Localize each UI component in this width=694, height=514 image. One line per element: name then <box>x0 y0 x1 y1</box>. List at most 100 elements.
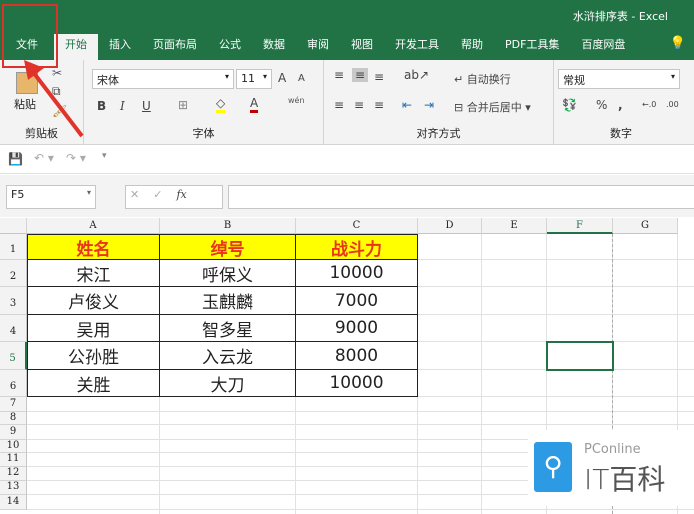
orientation-icon[interactable]: ab↗ <box>404 68 429 82</box>
currency-icon[interactable]: 💱 <box>562 98 577 112</box>
selected-cell-F5[interactable] <box>546 341 614 371</box>
row-header-6[interactable]: 6 <box>0 370 27 397</box>
quick-access-toolbar: 💾 ↶ ▾ ↷ ▾ ▾ <box>0 146 694 174</box>
column-header-A[interactable]: A <box>27 218 160 234</box>
header-cell[interactable]: 姓名 <box>27 234 160 260</box>
bold-button[interactable]: B <box>97 99 106 113</box>
header-cell[interactable]: 绰号 <box>160 234 296 260</box>
table-cell[interactable]: 7000 <box>296 287 418 315</box>
row-header-1[interactable]: 1 <box>0 234 27 260</box>
table-cell[interactable]: 大刀 <box>160 370 296 397</box>
align-left-icon[interactable]: ≡ <box>334 98 344 112</box>
merge-center-button[interactable]: ⊟ 合并后居中 ▾ <box>454 99 531 115</box>
save-icon[interactable]: 💾 <box>8 152 23 166</box>
column-header-G[interactable]: G <box>613 218 678 234</box>
redo-icon[interactable]: ↷ ▾ <box>66 151 86 165</box>
phonetic-button[interactable]: wén <box>288 96 305 105</box>
merge-label: 合并后居中 <box>466 101 522 114</box>
chevron-down-icon: ▾ <box>224 72 229 81</box>
table-cell[interactable]: 宋江 <box>27 260 160 287</box>
column-header-C[interactable]: C <box>296 218 418 234</box>
column-header-D[interactable]: D <box>418 218 482 234</box>
font-name-select[interactable]: 宋体 ▾ <box>92 69 234 89</box>
row-header-5[interactable]: 5 <box>0 342 27 370</box>
borders-icon[interactable]: ⊞ <box>178 98 188 112</box>
number-format-select[interactable]: 常规 ▾ <box>558 69 680 89</box>
enter-icon[interactable]: ✓ <box>153 188 162 201</box>
tab-baidu[interactable]: 百度网盘 <box>570 34 636 60</box>
chevron-down-icon: ▾ <box>670 72 675 81</box>
insert-function-button[interactable]: fx <box>176 188 186 201</box>
table-cell[interactable]: 10000 <box>296 260 418 287</box>
italic-button[interactable]: I <box>120 99 125 113</box>
select-all-corner[interactable] <box>0 218 27 234</box>
align-bottom-icon[interactable]: ≡ <box>374 70 384 84</box>
wrap-label: 自动换行 <box>466 73 511 86</box>
column-header-B[interactable]: B <box>160 218 296 234</box>
tab-view[interactable]: 视图 <box>340 34 384 60</box>
underline-button[interactable]: U <box>142 99 151 113</box>
tab-insert[interactable]: 插入 <box>98 34 142 60</box>
table-cell[interactable]: 玉麒麟 <box>160 287 296 315</box>
column-header-F[interactable]: F <box>547 218 613 234</box>
lightbulb-icon[interactable]: 💡 <box>670 36 686 51</box>
row-header-9[interactable]: 9 <box>0 425 27 440</box>
decrease-decimal-button[interactable]: .00 <box>666 100 679 109</box>
table-cell[interactable]: 呼保义 <box>160 260 296 287</box>
row-header-3[interactable]: 3 <box>0 287 27 315</box>
table-cell[interactable]: 8000 <box>296 342 418 370</box>
table-cell[interactable]: 智多星 <box>160 315 296 342</box>
fill-color-icon[interactable]: ◇ <box>216 96 226 113</box>
table-cell[interactable]: 吴用 <box>27 315 160 342</box>
formula-input[interactable] <box>228 185 694 209</box>
row-header-14[interactable]: 14 <box>0 495 27 510</box>
tab-home[interactable]: 开始 <box>54 34 98 60</box>
table-cell[interactable]: 公孙胜 <box>27 342 160 370</box>
font-size-select[interactable]: 11 ▾ <box>236 69 272 89</box>
tab-help[interactable]: 帮助 <box>450 34 494 60</box>
number-format-value: 常规 <box>563 74 585 87</box>
row-header-7[interactable]: 7 <box>0 397 27 412</box>
row-header-8[interactable]: 8 <box>0 412 27 425</box>
tab-page-layout[interactable]: 页面布局 <box>142 34 208 60</box>
increase-indent-icon[interactable]: ⇥ <box>424 98 434 112</box>
decrease-indent-icon[interactable]: ⇤ <box>402 98 412 112</box>
table-cell[interactable]: 10000 <box>296 370 418 397</box>
row-header-12[interactable]: 12 <box>0 467 27 481</box>
grow-font-button[interactable]: A <box>278 71 286 85</box>
gridline <box>481 234 482 514</box>
column-header-E[interactable]: E <box>482 218 547 234</box>
increase-decimal-button[interactable]: ←.0 <box>642 100 656 109</box>
tab-review[interactable]: 审阅 <box>296 34 340 60</box>
shrink-font-button[interactable]: A <box>298 73 305 84</box>
tab-pdf[interactable]: PDF工具集 <box>494 34 570 60</box>
font-color-button[interactable]: A <box>250 96 259 113</box>
align-top-icon[interactable]: ≡ <box>334 68 344 82</box>
align-right-icon[interactable]: ≡ <box>374 98 384 112</box>
row-header-4[interactable]: 4 <box>0 315 27 342</box>
table-cell[interactable]: 卢俊义 <box>27 287 160 315</box>
row-header-13[interactable]: 13 <box>0 481 27 495</box>
undo-icon[interactable]: ↶ ▾ <box>34 151 54 165</box>
row-header-2[interactable]: 2 <box>0 260 27 287</box>
comma-button[interactable]: , <box>618 98 623 112</box>
tab-data[interactable]: 数据 <box>252 34 296 60</box>
ribbon: 粘贴 ✂ ⧉ 🖌 剪贴板 宋体 ▾ 11 ▾ A A B I U ⊞ ◇ A wén… <box>0 60 694 145</box>
align-center-icon[interactable]: ≡ <box>354 98 364 112</box>
row-header-10[interactable]: 10 <box>0 440 27 453</box>
name-box[interactable]: F5 ▾ <box>6 185 96 209</box>
wrap-text-button[interactable]: ↵ 自动换行 <box>454 71 511 87</box>
table-cell[interactable]: 9000 <box>296 315 418 342</box>
align-middle-icon[interactable]: ≡ <box>352 68 369 82</box>
table-cell[interactable]: 入云龙 <box>160 342 296 370</box>
table-cell[interactable]: 关胜 <box>27 370 160 397</box>
row-header-11[interactable]: 11 <box>0 453 27 467</box>
header-cell[interactable]: 战斗力 <box>296 234 418 260</box>
name-box-value: F5 <box>11 188 25 201</box>
window-title: 水浒排序表 - Excel <box>572 10 668 23</box>
cancel-icon[interactable]: ✕ <box>130 188 139 201</box>
customize-qat-icon[interactable]: ▾ <box>102 151 107 161</box>
percent-button[interactable]: % <box>596 98 607 112</box>
tab-formulas[interactable]: 公式 <box>208 34 252 60</box>
tab-developer[interactable]: 开发工具 <box>384 34 450 60</box>
